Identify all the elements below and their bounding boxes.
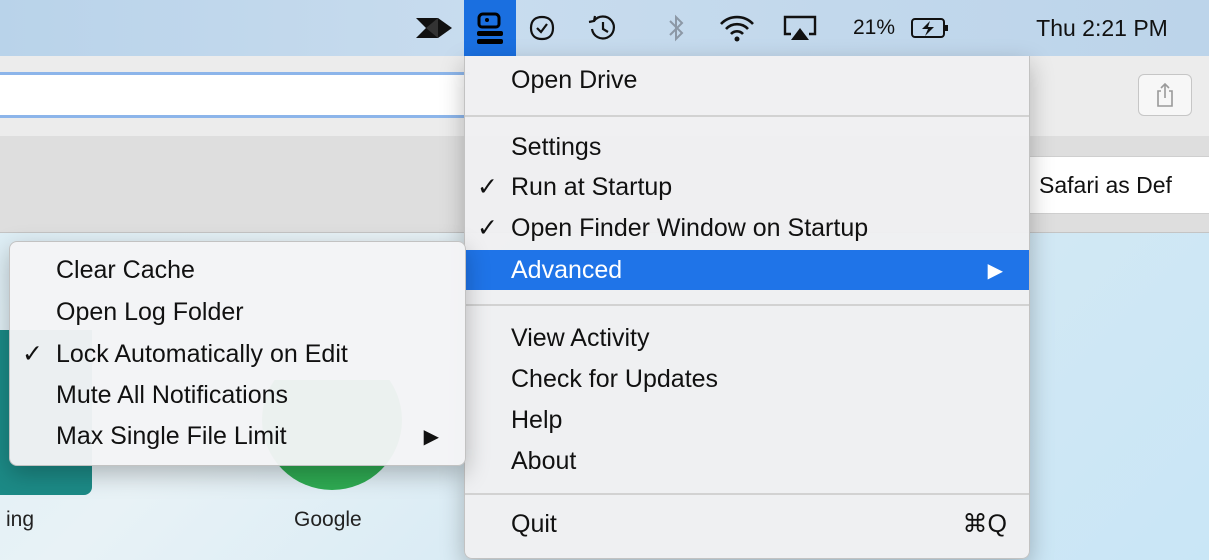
menu-item-label: Quit — [511, 509, 557, 538]
menu-item-help[interactable]: Help — [465, 400, 1029, 440]
checkmark-icon: ✓ — [22, 340, 43, 368]
checkmark-badge-icon[interactable] — [522, 0, 562, 56]
submenu-item-mute-notifications[interactable]: Mute All Notifications — [10, 375, 465, 415]
menu-item-view-activity[interactable]: View Activity — [465, 318, 1029, 358]
menu-separator — [465, 115, 1029, 117]
menu-item-label: Advanced — [511, 255, 623, 284]
favorite-label-google: Google — [294, 508, 362, 531]
menu-bar: 21% Thu 2:21 PM — [0, 0, 1209, 57]
menu-item-advanced[interactable]: Advanced ▶ — [465, 250, 1029, 290]
menu-item-label: View Activity — [511, 323, 650, 352]
checkmark-icon: ✓ — [477, 214, 498, 242]
airplay-icon[interactable] — [776, 0, 824, 56]
menu-item-quit[interactable]: Quit ⌘Q — [465, 504, 1029, 544]
menu-item-label: Check for Updates — [511, 364, 719, 393]
menu-item-label: Open Drive — [511, 65, 638, 94]
share-icon — [1157, 82, 1173, 107]
submenu-item-label: Clear Cache — [56, 255, 195, 284]
menu-item-label: About — [511, 446, 577, 475]
share-button[interactable] — [1138, 74, 1192, 116]
submenu-arrow-icon: ▶ — [423, 425, 439, 448]
paper-plane-icon[interactable] — [408, 0, 460, 56]
battery-percent: 21% — [848, 0, 900, 56]
submenu-item-open-log-folder[interactable]: Open Log Folder — [10, 292, 465, 332]
battery-charging-icon[interactable] — [902, 0, 958, 56]
menu-item-label: Open Finder Window on Startup — [511, 213, 869, 242]
keyboard-shortcut: ⌘Q — [962, 510, 1007, 538]
menu-item-about[interactable]: About — [465, 441, 1029, 481]
drive-status-menu: Open Drive Settings ✓ Run at Startup ✓ O… — [464, 56, 1030, 559]
menu-item-check-for-updates[interactable]: Check for Updates — [465, 359, 1029, 399]
favorite-label: ing — [6, 508, 35, 531]
menu-separator — [465, 493, 1029, 495]
battery-percent-text: 21% — [852, 16, 896, 39]
menu-item-run-at-startup[interactable]: ✓ Run at Startup — [465, 167, 1029, 207]
checkmark-icon: ✓ — [477, 173, 498, 201]
submenu-item-label: Mute All Notifications — [56, 380, 289, 409]
submenu-item-label: Lock Automatically on Edit — [56, 339, 348, 368]
clock[interactable]: Thu 2:21 PM — [1004, 0, 1200, 56]
menu-item-label: Settings — [511, 132, 602, 161]
menu-item-settings[interactable]: Settings — [465, 127, 1029, 167]
menu-item-open-drive[interactable]: Open Drive — [465, 60, 1029, 100]
menu-separator — [465, 304, 1029, 306]
submenu-item-lock-automatically[interactable]: ✓ Lock Automatically on Edit — [10, 334, 465, 374]
time-machine-icon[interactable] — [580, 0, 626, 56]
drive-app-icon[interactable] — [464, 0, 516, 56]
clock-text: Thu 2:21 PM — [1036, 14, 1168, 41]
submenu-item-clear-cache[interactable]: Clear Cache — [10, 250, 465, 290]
submenu-item-label: Open Log Folder — [56, 297, 244, 326]
advanced-submenu: Clear Cache Open Log Folder ✓ Lock Autom… — [9, 241, 466, 466]
bluetooth-icon[interactable] — [658, 0, 694, 56]
default-browser-banner[interactable]: Safari as Def — [1028, 156, 1209, 214]
menu-item-open-finder-on-startup[interactable]: ✓ Open Finder Window on Startup — [465, 208, 1029, 248]
menu-item-label: Run at Startup — [511, 172, 673, 201]
address-field[interactable] — [0, 72, 470, 118]
wifi-icon[interactable] — [712, 0, 762, 56]
submenu-item-max-file-limit[interactable]: Max Single File Limit ▶ — [10, 416, 465, 456]
submenu-arrow-icon: ▶ — [987, 259, 1003, 282]
menu-item-label: Help — [511, 405, 563, 434]
submenu-item-label: Max Single File Limit — [56, 421, 287, 450]
